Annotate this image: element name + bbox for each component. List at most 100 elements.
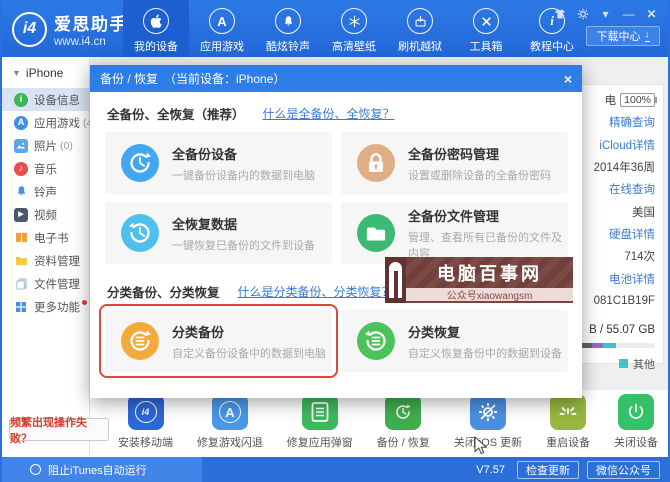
power-off-icon — [618, 394, 654, 430]
production-week-value: 2014年36周 — [594, 159, 655, 175]
disable-ios-update-icon — [470, 394, 506, 430]
mouse-cursor — [474, 436, 487, 455]
file-icon — [14, 277, 28, 291]
watermark-title: 电脑百事网 — [406, 257, 573, 288]
quick-action-reboot[interactable]: 重启设备 — [546, 394, 590, 450]
nav-wallpapers[interactable]: 高清壁纸 — [321, 0, 387, 57]
video-icon: ▶ — [14, 208, 28, 222]
nav-my-device[interactable]: 我的设备 — [123, 0, 189, 57]
quick-action-fix-game-crash[interactable]: A 修复游戏闪退 — [197, 394, 263, 450]
full-restore-icon — [121, 214, 159, 252]
version-label: V7.57 — [476, 464, 505, 476]
nav-toolbox[interactable]: 工具箱 — [453, 0, 519, 57]
nav-label: 酷炫铃声 — [266, 38, 310, 54]
nav-flash-jailbreak[interactable]: 刷机越狱 — [387, 0, 453, 57]
app-logo: i4 爱思助手 www.i4.cn — [12, 10, 128, 48]
quick-action-install-mobile[interactable]: i4 安装移动端 — [118, 394, 173, 450]
full-backup-section-title: 全备份、全恢复（推荐） — [107, 104, 245, 123]
nav-ringtones[interactable]: 酷炫铃声 — [255, 0, 321, 57]
category-restore-icon — [357, 322, 395, 360]
status-bar: 阻止iTunes自动运行 V7.57 检查更新 微信公众号 — [2, 457, 668, 482]
flash-jailbreak-icon — [407, 8, 433, 34]
what-is-full-backup-link[interactable]: 什么是全备份、全恢复？ — [263, 105, 395, 122]
sidebar-item-videos[interactable]: ▶ 视频 — [2, 203, 89, 226]
operation-failure-help-button[interactable]: 频繁出现操作失败？ — [9, 418, 109, 441]
quick-action-backup-restore[interactable]: 备份 / 恢复 — [377, 394, 430, 450]
ebook-icon — [14, 231, 28, 245]
what-is-category-backup-link[interactable]: 什么是分类备份、分类恢复？ — [238, 283, 394, 300]
watermark-subtitle: 公众号xiaowangsm — [406, 288, 573, 303]
charge-count-value: 714次 — [624, 248, 655, 264]
sidebar-item-apps[interactable]: A 应用游戏 (4) — [2, 111, 89, 134]
sidebar-device-header[interactable]: ▼ iPhone — [2, 57, 89, 88]
settings-gear-icon[interactable] — [576, 7, 589, 20]
itunes-toggle-area: 阻止iTunes自动运行 — [2, 457, 202, 482]
sidebar-item-music[interactable]: ♪ 音乐 — [2, 157, 89, 180]
sidebar-item-device-info[interactable]: i 设备信息 — [2, 88, 89, 111]
quick-action-power-off[interactable]: 关闭设备 — [614, 394, 658, 450]
watermark-banner: 电脑百事网 公众号xiaowangsm — [385, 257, 573, 303]
backup-restore-dialog: 备份 / 恢复 （当前设备：iPhone） × 全备份、全恢复（推荐） 什么是全… — [90, 65, 582, 398]
dropdown-icon[interactable]: ▾ — [599, 7, 612, 20]
icloud-details-link[interactable]: iCloud详情 — [599, 137, 655, 153]
minimize-icon[interactable]: — — [622, 7, 635, 20]
bell-icon — [14, 185, 28, 199]
nav-apps-games[interactable]: A 应用游戏 — [189, 0, 255, 57]
category-backup-icon — [121, 322, 159, 360]
quick-action-fix-app-popup[interactable]: 修复应用弹窗 — [287, 394, 353, 450]
nav-label: 应用游戏 — [200, 38, 244, 54]
nav-label: 工具箱 — [470, 38, 503, 54]
quick-actions-row: i4 安装移动端 A 修复游戏闪退 修复应用弹窗 备份 / 恢复 — [118, 394, 658, 450]
apple-icon — [143, 8, 169, 34]
category-restore-card[interactable]: 分类恢复 自定义恢复备份中的数据到设备 — [341, 310, 568, 372]
itunes-toggle-label: 阻止iTunes自动运行 — [48, 462, 147, 478]
sidebar-item-photos[interactable]: 照片 (0) — [2, 134, 89, 157]
storage-legend-swatch — [619, 359, 628, 368]
dialog-close-icon[interactable]: × — [564, 72, 572, 86]
dialog-title: 备份 / 恢复 （当前设备：iPhone） — [100, 70, 285, 87]
chevron-down-icon: ▼ — [12, 68, 21, 78]
sidebar-item-file-management[interactable]: 文件管理 — [2, 272, 89, 295]
full-backup-card[interactable]: 全备份设备 一键备份设备内的数据到电脑 — [105, 132, 332, 194]
notification-dot — [82, 300, 87, 305]
full-restore-card[interactable]: 全恢复数据 一键恢复已备份的文件到设备 — [105, 202, 332, 264]
backup-folder-icon — [357, 214, 395, 252]
fix-game-crash-icon: A — [212, 394, 248, 430]
online-query-link[interactable]: 在线查询 — [609, 181, 655, 197]
download-center-button[interactable]: 下载中心 ↓ — [586, 26, 660, 46]
backup-password-card[interactable]: 全备份密码管理 设置或删除设备的全备份密码 — [341, 132, 568, 194]
brand-site: www.i4.cn — [54, 36, 128, 48]
theme-icon[interactable] — [553, 7, 566, 20]
nav-label: 高清壁纸 — [332, 38, 376, 54]
category-backup-card[interactable]: 分类备份 自定义备份设备中的数据到电脑 — [105, 310, 332, 372]
device-sidebar: ▼ iPhone i 设备信息 A 应用游戏 (4) 照片 (0) ♪ 音乐 — [2, 57, 90, 457]
download-center-label: 下载中心 — [597, 28, 641, 44]
wechat-official-button[interactable]: 微信公众号 — [587, 461, 660, 479]
full-backup-icon — [121, 144, 159, 182]
sidebar-item-more-features[interactable]: 更多功能 — [2, 295, 89, 318]
backup-file-manager-card[interactable]: 全备份文件管理 管理、查看所有已备份的文件及内容 — [341, 202, 568, 264]
category-backup-section-title: 分类备份、分类恢复 — [107, 282, 220, 301]
sidebar-item-data-management[interactable]: 资料管理 — [2, 249, 89, 272]
disk-details-link[interactable]: 硬盘详情 — [609, 226, 655, 242]
sidebar-item-ebooks[interactable]: 电子书 — [2, 226, 89, 249]
fix-app-popup-icon — [302, 394, 338, 430]
itunes-toggle-radio[interactable] — [30, 464, 41, 475]
sidebar-item-ringtones[interactable]: 铃声 — [2, 180, 89, 203]
bell-icon — [275, 8, 301, 34]
battery-details-link[interactable]: 电池详情 — [609, 271, 655, 287]
music-icon: ♪ — [14, 162, 28, 176]
check-update-button[interactable]: 检查更新 — [517, 461, 579, 479]
nav-label: 刷机越狱 — [398, 38, 442, 54]
reboot-device-icon — [550, 394, 586, 430]
battery-indicator: 100% — [620, 93, 655, 107]
storage-legend-label: 其他 — [633, 356, 655, 372]
serial-number-value: 081C1B19F — [594, 295, 655, 307]
close-icon[interactable]: ✕ — [645, 7, 658, 20]
i4-mobile-icon: i4 — [128, 394, 164, 430]
quick-action-disable-ios-update[interactable]: 关闭 iOS 更新 — [454, 394, 522, 450]
toolbox-icon — [473, 8, 499, 34]
precise-query-link[interactable]: 精确查询 — [609, 114, 655, 130]
backup-password-lock-icon — [357, 144, 395, 182]
device-name: iPhone — [26, 66, 63, 80]
